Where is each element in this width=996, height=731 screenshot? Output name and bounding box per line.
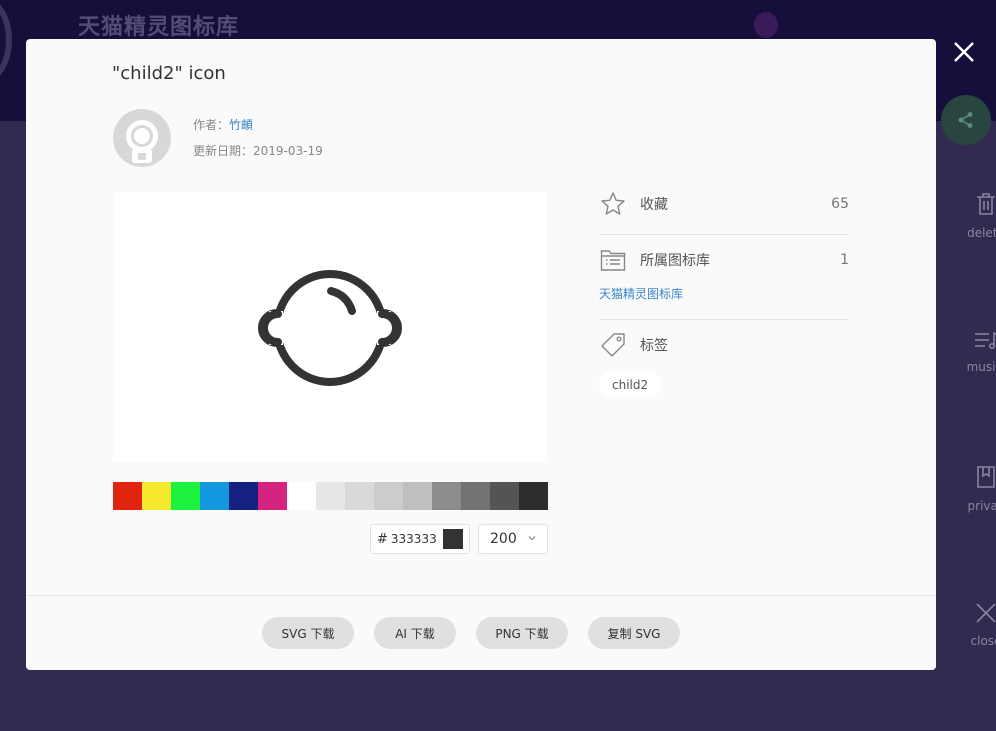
- favorites-count: 65: [831, 196, 849, 212]
- color-swatch[interactable]: [519, 482, 548, 510]
- tag-chip[interactable]: child2: [599, 371, 662, 399]
- divider: [599, 319, 849, 320]
- astronaut-avatar-icon: [126, 120, 158, 163]
- bookmark-icon: [977, 466, 995, 488]
- site-logo[interactable]: [0, 0, 12, 82]
- tag-icon: [601, 333, 625, 357]
- site-title: 天猫精灵图标库: [78, 15, 240, 40]
- divider: [599, 234, 849, 235]
- side-tool-close[interactable]: close: [956, 602, 996, 648]
- chevron-down-icon: [528, 536, 536, 541]
- color-swatch[interactable]: [229, 482, 258, 510]
- share-icon: [958, 112, 973, 128]
- color-swatch[interactable]: [345, 482, 374, 510]
- author-link[interactable]: 竹頔: [229, 118, 253, 132]
- modal-close-icon[interactable]: [952, 40, 976, 64]
- color-swatch[interactable]: [316, 482, 345, 510]
- color-palette: [113, 482, 548, 510]
- favorites-row[interactable]: 收藏 65: [599, 192, 849, 216]
- star-icon: [601, 192, 625, 215]
- updated-label: 更新日期：: [193, 144, 254, 158]
- library-link[interactable]: 天猫精灵图标库: [599, 285, 683, 302]
- hex-color-field: #: [370, 524, 470, 554]
- footer-divider: [26, 595, 936, 596]
- updated-line: 更新日期：2019-03-19: [193, 142, 323, 159]
- color-swatch[interactable]: [403, 482, 432, 510]
- side-tool-music[interactable]: musicl: [956, 330, 996, 374]
- trash-icon: [977, 193, 995, 215]
- library-label: 所属图标库: [640, 253, 710, 269]
- side-tool-label: delete: [967, 226, 996, 240]
- author-avatar[interactable]: [113, 109, 171, 167]
- color-swatch[interactable]: [490, 482, 519, 510]
- updated-date: 2019-03-19: [253, 144, 323, 158]
- ai-download-button[interactable]: AI 下载: [374, 617, 456, 649]
- user-avatar[interactable]: [754, 12, 778, 38]
- side-tool-label: close: [970, 634, 996, 648]
- side-tool-delete[interactable]: delete: [956, 192, 996, 240]
- tags-row: 标签: [599, 333, 849, 357]
- color-swatch[interactable]: [432, 482, 461, 510]
- size-select[interactable]: 200: [478, 524, 548, 554]
- playlist-icon: [975, 331, 996, 350]
- library-row: 所属图标库 1: [599, 248, 849, 272]
- author-label: 作者：: [193, 118, 230, 132]
- icon-preview: [113, 192, 547, 462]
- color-swatch[interactable]: [113, 482, 142, 510]
- author-line: 作者：竹頔: [193, 116, 253, 133]
- side-tool-label: privac: [967, 499, 996, 513]
- color-swatch[interactable]: [142, 482, 171, 510]
- favorites-label: 收藏: [640, 197, 668, 213]
- child-face-icon: [258, 270, 402, 386]
- side-tool-privacy[interactable]: privac: [956, 465, 996, 513]
- hex-prefix: #: [377, 531, 388, 547]
- library-count: 1: [840, 252, 849, 268]
- share-button[interactable]: [941, 95, 991, 145]
- color-swatch[interactable]: [171, 482, 200, 510]
- tags-label: 标签: [640, 338, 668, 354]
- side-tool-label: musicl: [966, 360, 996, 374]
- color-swatch[interactable]: [374, 482, 403, 510]
- color-swatch[interactable]: [258, 482, 287, 510]
- svg-download-button[interactable]: SVG 下载: [262, 617, 354, 649]
- modal-title: "child2" icon: [112, 63, 226, 84]
- color-swatch[interactable]: [200, 482, 229, 510]
- hex-color-input[interactable]: [390, 532, 437, 546]
- color-swatch[interactable]: [287, 482, 316, 510]
- copy-svg-button[interactable]: 复制 SVG: [588, 617, 680, 649]
- size-value: 200: [490, 531, 517, 547]
- color-swatch[interactable]: [461, 482, 490, 510]
- current-color-chip[interactable]: [442, 529, 463, 549]
- png-download-button[interactable]: PNG 下载: [476, 617, 568, 649]
- folder-list-icon: [600, 250, 626, 271]
- icon-detail-modal: "child2" icon 作者：竹頔 更新日期：2019-03-19 # 33…: [26, 39, 936, 670]
- close-icon: [976, 603, 996, 623]
